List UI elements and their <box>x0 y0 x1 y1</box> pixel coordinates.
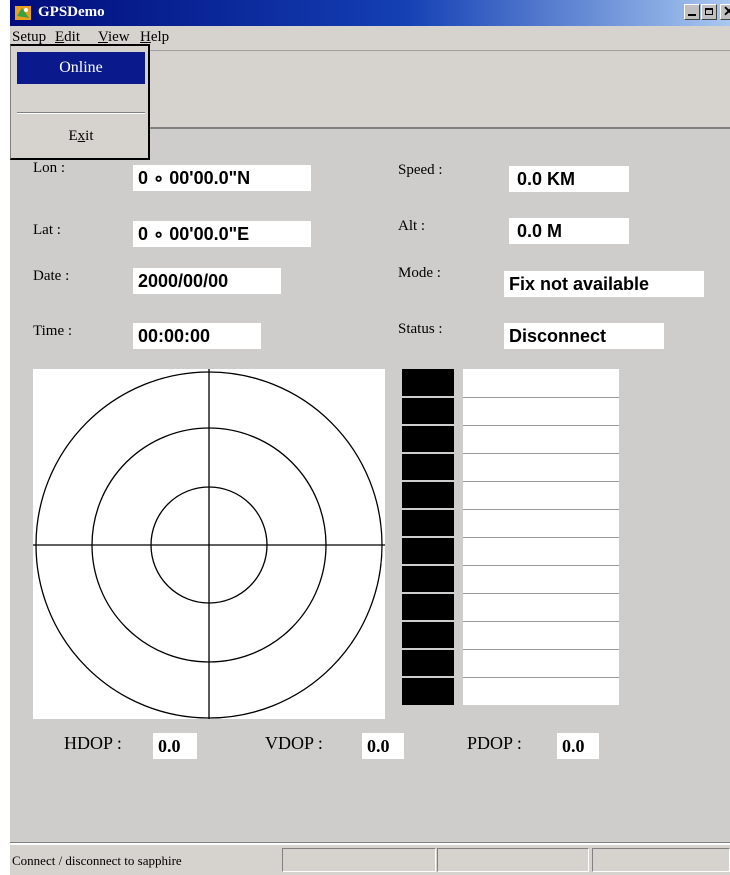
signal-strength-row-divider <box>463 593 619 594</box>
status-bar: Connect / disconnect to sapphire <box>10 844 730 875</box>
satellite-id-cell-divider <box>402 536 454 538</box>
signal-strength-row-divider <box>463 397 619 398</box>
minimize-button[interactable] <box>684 4 700 20</box>
satellite-id-cell-divider <box>402 396 454 398</box>
setup-dropdown-menu: Online Exit <box>10 44 150 160</box>
lat-label: Lat : <box>33 222 61 238</box>
date-label: Date : <box>33 268 70 284</box>
speed-value: 0.0 KM <box>509 166 629 192</box>
maximize-button[interactable] <box>701 4 717 20</box>
lon-label: Lon : <box>33 160 66 176</box>
menu-view-label: iew <box>107 29 130 45</box>
satellite-id-cell-divider <box>402 620 454 622</box>
date-value: 2000/00/00 <box>133 268 281 294</box>
satellite-id-cell-divider <box>402 452 454 454</box>
menu-item-online[interactable]: Online <box>17 52 145 84</box>
satellite-id-column <box>402 369 454 705</box>
status-panel-2 <box>437 848 589 872</box>
time-value: 00:00:00 <box>133 323 261 349</box>
alt-value: 0.0 M <box>509 218 629 244</box>
menu-help-mnemonic: H <box>140 29 151 45</box>
signal-strength-row-divider <box>463 621 619 622</box>
signal-strength-row-divider <box>463 565 619 566</box>
menu-item-exit-label-b: it <box>85 128 94 144</box>
app-icon[interactable] <box>14 4 32 22</box>
mode-label: Mode : <box>398 265 441 281</box>
signal-strength-row-divider <box>463 677 619 678</box>
pdop-label: PDOP : <box>467 733 522 753</box>
satellite-id-cell-divider <box>402 648 454 650</box>
signal-strength-row-divider <box>463 425 619 426</box>
signal-strength-row-divider <box>463 453 619 454</box>
satellite-id-cell-divider <box>402 424 454 426</box>
status-value: Disconnect <box>504 323 664 349</box>
signal-strength-column <box>463 369 619 705</box>
lon-value: 0 ∘ 00'00.0"N <box>133 165 311 191</box>
menu-edit-mnemonic: E <box>55 29 65 45</box>
close-button[interactable]: ✕ <box>720 3 730 20</box>
hdop-value: 0.0 <box>153 733 197 759</box>
satellite-id-cell-divider <box>402 564 454 566</box>
window-title: GPSDemo <box>38 4 105 20</box>
menu-help-label: elp <box>150 29 170 45</box>
time-label: Time : <box>33 323 73 339</box>
menu-separator <box>17 112 145 114</box>
speed-label: Speed : <box>398 162 443 178</box>
satellite-id-cell-divider <box>402 676 454 678</box>
menu-item-exit-label-a: E <box>68 128 78 144</box>
menu-item-online-label: Online <box>59 59 103 76</box>
satellite-id-cell-divider <box>402 592 454 594</box>
status-bar-text: Connect / disconnect to sapphire <box>12 853 182 868</box>
menu-item-exit[interactable]: Exit <box>17 128 145 145</box>
signal-strength-row-divider <box>463 537 619 538</box>
mode-value: Fix not available <box>504 271 704 297</box>
vdop-label: VDOP : <box>265 733 323 753</box>
title-bar[interactable]: GPSDemo ✕ <box>10 0 730 26</box>
signal-strength-row-divider <box>463 649 619 650</box>
menu-setup-label: Setup <box>12 29 47 45</box>
hdop-label: HDOP : <box>64 733 122 753</box>
status-label: Status : <box>398 321 443 337</box>
close-icon: ✕ <box>723 3 730 19</box>
menu-view-mnemonic: V <box>98 29 108 45</box>
satellite-id-cell-divider <box>402 508 454 510</box>
satellite-id-cell-divider <box>402 480 454 482</box>
vdop-value: 0.0 <box>362 733 404 759</box>
menu-edit-label: dit <box>64 29 81 45</box>
minimize-icon <box>688 14 696 16</box>
status-panel-1 <box>282 848 436 872</box>
status-panel-3 <box>592 848 730 872</box>
maximize-icon <box>705 8 713 15</box>
alt-label: Alt : <box>398 218 426 234</box>
lat-value: 0 ∘ 00'00.0"E <box>133 221 311 247</box>
signal-strength-row-divider <box>463 481 619 482</box>
pdop-value: 0.0 <box>557 733 599 759</box>
signal-strength-row-divider <box>463 509 619 510</box>
satellite-skyplot <box>33 369 385 719</box>
